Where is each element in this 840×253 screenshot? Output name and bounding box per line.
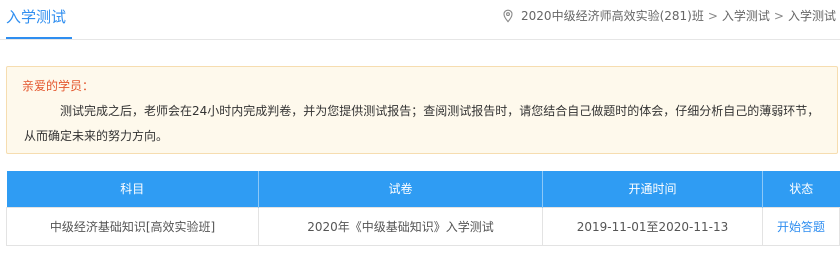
cell-time: 2019-11-01至2020-11-13 xyxy=(542,206,763,246)
breadcrumb: 2020中级经济师高效实验(281)班 > 入学测试 > 入学测试 xyxy=(501,8,836,24)
top-bar: 入学测试 2020中级经济师高效实验(281)班 > 入学测试 > 入学测试 xyxy=(0,0,840,40)
notice-greeting: 亲爱的学员： xyxy=(22,79,95,93)
active-tab-underline xyxy=(6,37,72,39)
header-paper: 试卷 xyxy=(258,171,543,207)
location-pin-icon xyxy=(503,9,513,23)
page-title: 入学测试 xyxy=(6,8,67,26)
table-row: 中级经济基础知识[高效实验班] 2020年《中级基础知识》入学测试 2019-1… xyxy=(6,206,840,246)
breadcrumb-class-link[interactable]: 2020中级经济师高效实验(281)班 xyxy=(521,8,704,24)
cell-status: 开始答题 xyxy=(762,206,840,246)
notice-body: 测试完成之后，老师会在24小时内完成判卷，并为您提供测试报告；查阅测试报告时，请… xyxy=(24,104,820,143)
cell-subject: 中级经济基础知识[高效实验班] xyxy=(6,206,259,246)
breadcrumb-separator: > xyxy=(773,9,784,23)
notice-box: 亲爱的学员： 测试完成之后，老师会在24小时内完成判卷，并为您提供测试报告；查阅… xyxy=(6,66,838,154)
breadcrumb-separator: > xyxy=(707,9,718,23)
header-status: 状态 xyxy=(762,171,840,207)
test-table: 科目 试卷 开通时间 状态 中级经济基础知识[高效实验班] 2020年《中级基础… xyxy=(6,171,840,246)
breadcrumb-section-link[interactable]: 入学测试 xyxy=(722,8,770,24)
table-header-row: 科目 试卷 开通时间 状态 xyxy=(6,171,840,207)
start-answer-button[interactable]: 开始答题 xyxy=(777,220,825,234)
cell-paper: 2020年《中级基础知识》入学测试 xyxy=(258,206,543,246)
header-subject: 科目 xyxy=(6,171,259,207)
header-time: 开通时间 xyxy=(542,171,763,207)
breadcrumb-current: 入学测试 xyxy=(787,9,836,23)
